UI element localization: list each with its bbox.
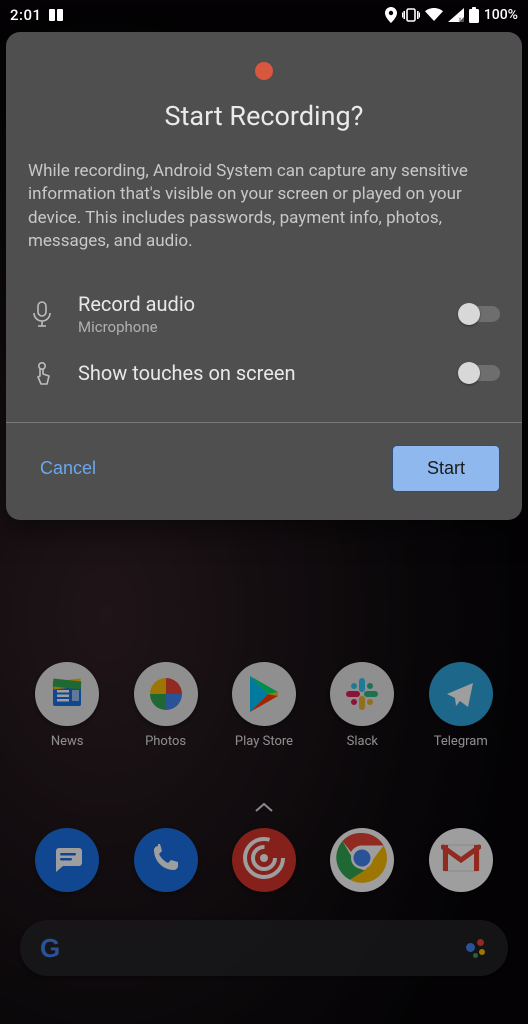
app-pocket-casts[interactable] xyxy=(232,828,296,892)
cell-signal-icon: x xyxy=(448,8,464,22)
dialog-message: While recording, Android System can capt… xyxy=(28,160,500,254)
clock: 2:01 xyxy=(10,6,42,24)
app-label: Telegram xyxy=(434,734,488,749)
battery-percent: 100% xyxy=(484,7,518,23)
option-show-touches: Show touches on screen xyxy=(28,350,500,400)
phone-icon xyxy=(150,842,182,878)
start-button[interactable]: Start xyxy=(392,445,500,492)
cancel-button[interactable]: Cancel xyxy=(40,458,96,479)
notification-icon xyxy=(48,8,64,22)
news-icon xyxy=(35,662,99,726)
slack-icon xyxy=(330,662,394,726)
photos-icon xyxy=(134,662,198,726)
google-logo-icon: G xyxy=(40,933,60,964)
option-title: Show touches on screen xyxy=(78,361,438,385)
screen-record-dialog: Start Recording? While recording, Androi… xyxy=(6,32,522,520)
app-label: Slack xyxy=(347,734,378,749)
svg-text:x: x xyxy=(458,17,461,22)
app-photos[interactable]: Photos xyxy=(123,662,209,749)
pocketcasts-icon xyxy=(243,837,285,883)
gmail-icon xyxy=(441,843,481,877)
record-audio-toggle[interactable] xyxy=(460,306,500,322)
google-search-bar[interactable]: G xyxy=(20,920,508,976)
assistant-icon[interactable] xyxy=(466,937,488,959)
chrome-icon xyxy=(336,832,388,888)
app-slack[interactable]: Slack xyxy=(319,662,405,749)
app-label: Photos xyxy=(145,734,186,749)
mic-icon xyxy=(28,301,56,327)
app-label: News xyxy=(51,734,84,749)
telegram-icon xyxy=(429,662,493,726)
dock xyxy=(0,828,528,892)
status-bar: 2:01 x 100% xyxy=(0,0,528,30)
app-phone[interactable] xyxy=(134,828,198,892)
location-icon xyxy=(385,7,397,23)
app-chrome[interactable] xyxy=(330,828,394,892)
touch-icon xyxy=(28,360,56,386)
wifi-icon xyxy=(425,8,443,22)
option-title: Record audio xyxy=(78,292,438,316)
vibrate-icon xyxy=(402,8,420,22)
battery-icon xyxy=(469,7,479,23)
app-drawer-handle-icon[interactable] xyxy=(255,800,273,816)
record-indicator-icon xyxy=(255,62,273,80)
dialog-title: Start Recording? xyxy=(6,100,522,132)
app-messages[interactable] xyxy=(35,828,99,892)
app-telegram[interactable]: Telegram xyxy=(418,662,504,749)
play-store-icon xyxy=(232,662,296,726)
app-news[interactable]: News xyxy=(24,662,110,749)
option-subtitle: Microphone xyxy=(78,318,438,336)
home-app-row: News Photos Play Store Slack xyxy=(0,662,528,749)
app-label: Play Store xyxy=(235,734,293,749)
app-play-store[interactable]: Play Store xyxy=(221,662,307,749)
option-record-audio: Record audio Microphone xyxy=(28,282,500,350)
messages-icon xyxy=(49,840,85,880)
app-gmail[interactable] xyxy=(429,828,493,892)
show-touches-toggle[interactable] xyxy=(460,365,500,381)
